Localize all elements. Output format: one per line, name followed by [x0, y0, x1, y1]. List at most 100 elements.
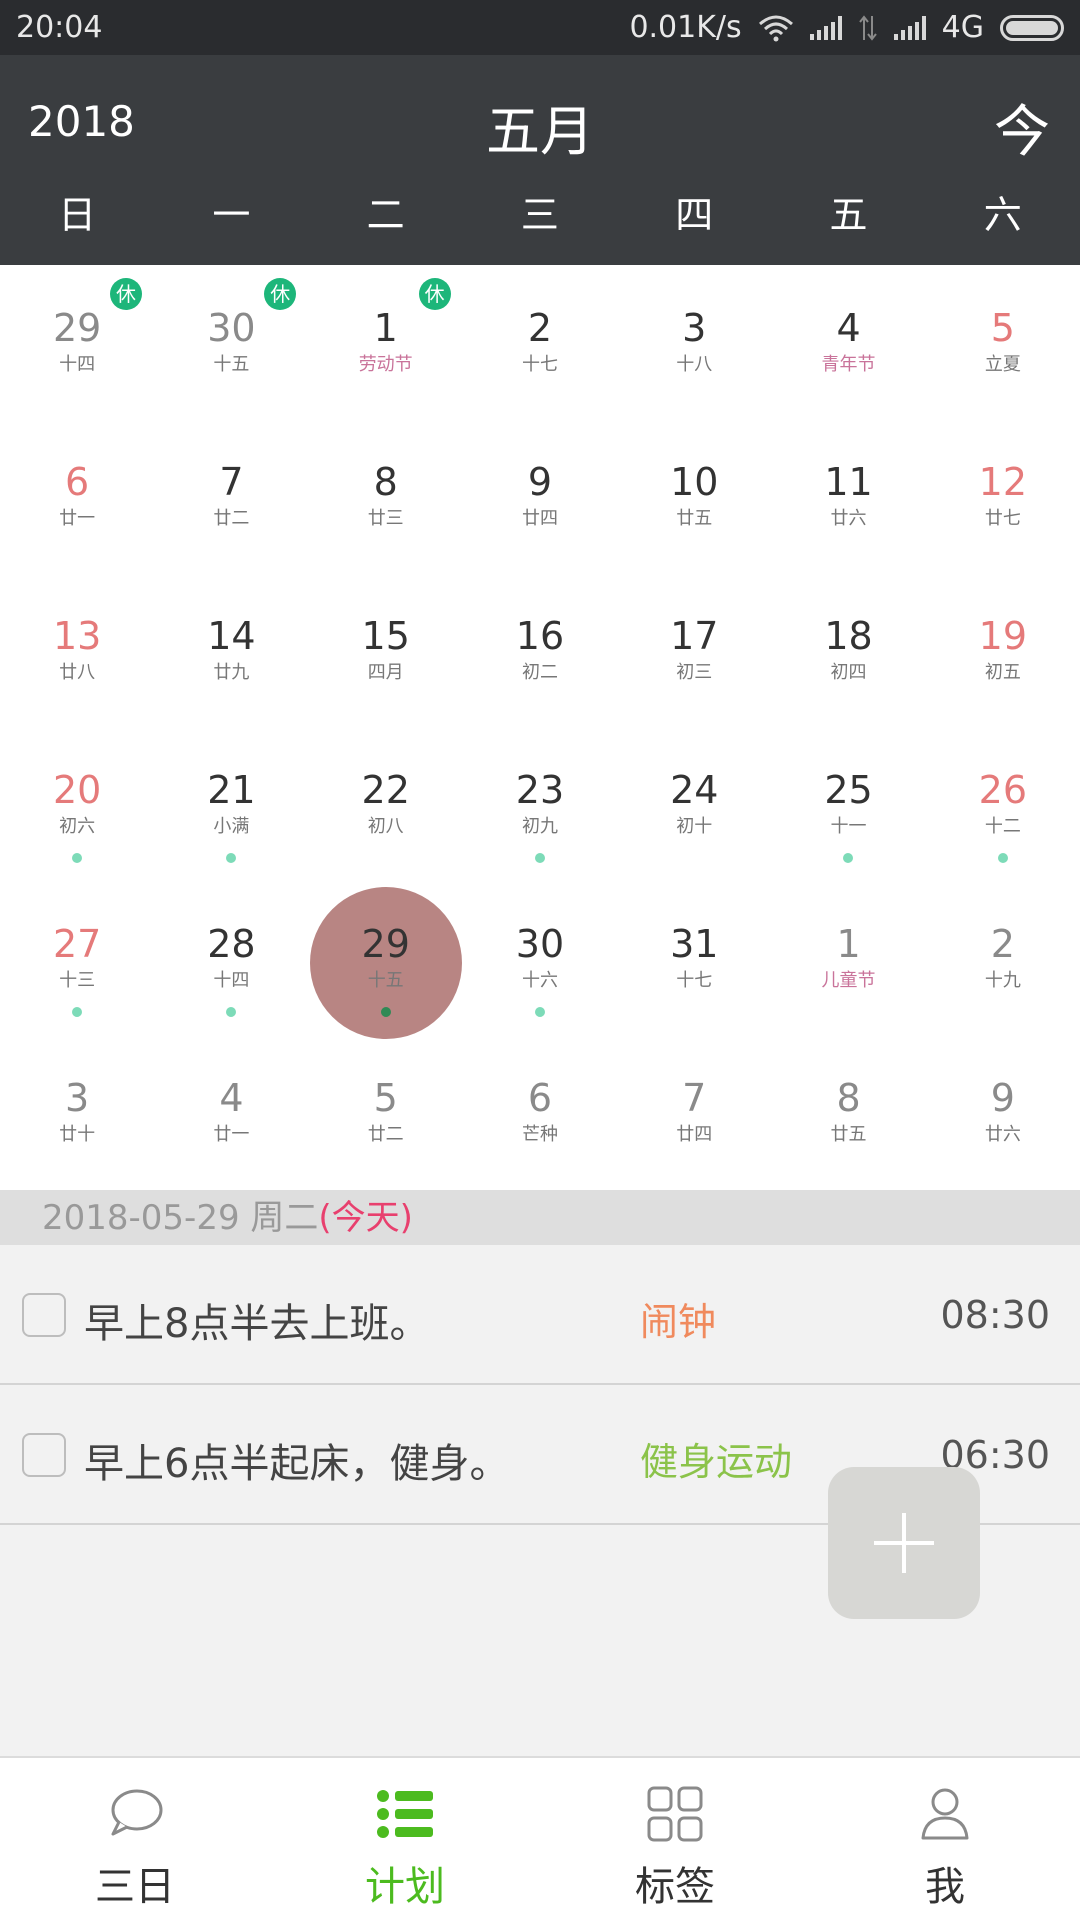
day-number: 4: [836, 306, 861, 350]
calendar-day[interactable]: 8 廿五: [771, 1038, 925, 1192]
calendar-day[interactable]: 7 廿四: [617, 1038, 771, 1192]
lunar-date: 劳动节: [358, 354, 413, 375]
task-tag: 闹钟: [640, 1300, 717, 1344]
calendar-day[interactable]: 1 劳动节 休: [309, 268, 463, 422]
calendar-day[interactable]: 24 初十: [617, 730, 771, 884]
nav-item-plan[interactable]: 计划: [270, 1758, 540, 1920]
lunar-date: 初八: [367, 816, 404, 837]
lunar-date: 初三: [676, 662, 713, 683]
day-number: 1: [373, 306, 398, 350]
calendar-day[interactable]: 29 十四 休: [0, 268, 154, 422]
calendar-day[interactable]: 4 廿一: [154, 1038, 308, 1192]
lunar-date: 初四: [830, 662, 867, 683]
grid-icon: [647, 1786, 703, 1842]
lunar-date: 十三: [59, 970, 96, 991]
calendar-day[interactable]: 31 十七: [617, 884, 771, 1038]
calendar-day[interactable]: 11 廿六: [771, 422, 925, 576]
list-icon: [377, 1790, 433, 1838]
calendar-day[interactable]: 20 初六: [0, 730, 154, 884]
calendar-day[interactable]: 14 廿九: [154, 576, 308, 730]
calendar-day[interactable]: 2 十七: [463, 268, 617, 422]
calendar-day[interactable]: 5 立夏: [926, 268, 1080, 422]
day-number: 18: [824, 614, 873, 658]
lunar-date: 十八: [676, 354, 713, 375]
calendar-day[interactable]: 26 十二: [926, 730, 1080, 884]
signal-icon-2: [893, 15, 926, 40]
calendar-day[interactable]: 4 青年节: [771, 268, 925, 422]
calendar-day[interactable]: 5 廿二: [309, 1038, 463, 1192]
calendar-day[interactable]: 22 初八: [309, 730, 463, 884]
nav-item-tags[interactable]: 标签: [540, 1758, 810, 1920]
month-grid: 29 十四休 30 十五休 1 劳动节休 2 十七 3 十八 4 青年节 5 立夏 6 廿一 7 廿二 8 廿三 9 廿四…: [0, 265, 1080, 1190]
day-number: 25: [824, 768, 873, 812]
calendar-day[interactable]: 12 廿七: [926, 422, 1080, 576]
day-number: 2: [990, 922, 1015, 966]
lunar-date: 十四: [59, 354, 96, 375]
calendar-day[interactable]: 7 廿二: [154, 422, 308, 576]
lunar-date: 廿三: [367, 508, 404, 529]
calendar-day[interactable]: 9 廿四: [463, 422, 617, 576]
calendar-day[interactable]: 21 小满: [154, 730, 308, 884]
lunar-date: 十一: [830, 816, 867, 837]
calendar-day-selected[interactable]: 29 十五: [309, 884, 463, 1039]
day-number: 5: [990, 306, 1015, 350]
calendar-day[interactable]: 3 廿十: [0, 1038, 154, 1192]
month-title[interactable]: 五月: [0, 87, 1080, 166]
lunar-date: 廿五: [676, 508, 713, 529]
calendar-day[interactable]: 28 十四: [154, 884, 308, 1038]
lunar-date: 小满: [213, 816, 250, 837]
nav-item-three-day[interactable]: 三日: [0, 1758, 270, 1920]
calendar-day[interactable]: 13 廿八: [0, 576, 154, 730]
calendar-day[interactable]: 1 儿童节: [771, 884, 925, 1038]
task-checkbox[interactable]: [22, 1433, 66, 1477]
task-time: 08:30: [940, 1293, 1050, 1337]
task-item[interactable]: 早上8点半去上班。 闹钟 08:30: [0, 1245, 1080, 1385]
calendar-day[interactable]: 10 廿五: [617, 422, 771, 576]
day-number: 3: [65, 1076, 90, 1120]
calendar-day[interactable]: 18 初四: [771, 576, 925, 730]
lunar-date: 廿七: [984, 508, 1021, 529]
calendar-day[interactable]: 9 廿六: [926, 1038, 1080, 1192]
day-number: 27: [52, 922, 102, 966]
weekday-label: 一: [212, 193, 251, 237]
lunar-date: 廿一: [213, 1124, 250, 1145]
nav-label: 计划: [365, 1864, 445, 1910]
task-checkbox[interactable]: [22, 1293, 66, 1337]
calendar-day[interactable]: 30 十五休: [154, 268, 308, 422]
calendar-day[interactable]: 23 初九: [463, 730, 617, 884]
day-number: 20: [52, 768, 102, 812]
calendar-day[interactable]: 2 十九: [926, 884, 1080, 1038]
nav-label: 三日: [95, 1864, 175, 1910]
day-number: 24: [670, 768, 719, 812]
lunar-date: 廿五: [830, 1124, 867, 1145]
calendar-day[interactable]: 6 芒种: [463, 1038, 617, 1192]
lunar-date: 十七: [676, 970, 713, 991]
weekday-label: 日: [58, 193, 97, 237]
add-task-button[interactable]: [828, 1467, 980, 1619]
bottom-nav: 三日 计划 标签 我: [0, 1756, 1080, 1920]
task-tag: 健身运动: [640, 1440, 793, 1484]
day-number: 30: [515, 922, 565, 966]
day-number: 8: [836, 1076, 861, 1120]
day-number: 19: [978, 614, 1028, 658]
today-button[interactable]: 今: [994, 87, 1050, 168]
day-number: 21: [207, 768, 256, 812]
rest-day-badge: 休: [110, 278, 142, 310]
calendar-day[interactable]: 25 十一: [771, 730, 925, 884]
calendar-day[interactable]: 30 十六: [463, 884, 617, 1038]
calendar-day[interactable]: 16 初二: [463, 576, 617, 730]
calendar-day[interactable]: 27 十三: [0, 884, 154, 1038]
calendar-day[interactable]: 17 初三: [617, 576, 771, 730]
status-indicators: 0.01K/s 4G: [629, 10, 1064, 45]
calendar-day[interactable]: 6 廿一: [0, 422, 154, 576]
weekday-label: 五: [829, 193, 868, 237]
nav-item-me[interactable]: 我: [810, 1758, 1080, 1920]
header-row: 2018 五月 今: [0, 55, 1080, 190]
calendar-day[interactable]: 19 初五: [926, 576, 1080, 730]
calendar-day[interactable]: 8 廿三: [309, 422, 463, 576]
task-text: 早上8点半去上班。: [84, 1301, 430, 1347]
lunar-date: 初六: [59, 816, 96, 837]
calendar-day[interactable]: 3 十八: [617, 268, 771, 422]
calendar-day[interactable]: 15 四月: [309, 576, 463, 730]
lunar-date: 初二: [521, 662, 558, 683]
